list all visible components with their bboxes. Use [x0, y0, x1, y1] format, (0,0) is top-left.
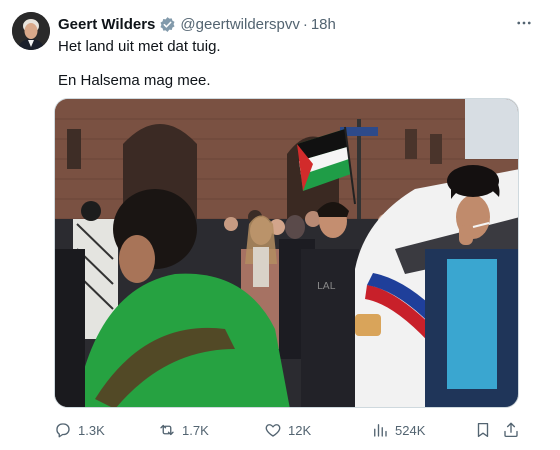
bookmark-icon [477, 422, 489, 438]
svg-text:LAL: LAL [317, 281, 336, 292]
tweet-text-line-1: Het land uit met dat tuig. [58, 38, 221, 55]
repost-count: 1.7K [182, 422, 209, 438]
tweet-header: Geert Wilders @geertwilderspvv · 18h [58, 14, 336, 34]
views-button[interactable]: 524K [371, 418, 425, 442]
share-button[interactable] [502, 418, 520, 442]
action-bar: 1.3K 1.7K 12K 524K [0, 418, 560, 442]
avatar[interactable] [12, 12, 50, 50]
bookmark-button[interactable] [474, 418, 492, 442]
like-count: 12K [288, 422, 312, 438]
display-name[interactable]: Geert Wilders [58, 16, 155, 33]
tweet-card: Geert Wilders @geertwilderspvv · 18h Het… [0, 0, 560, 450]
views-count: 524K [395, 422, 426, 438]
more-icon[interactable] [514, 13, 534, 33]
reply-count: 1.3K [78, 422, 105, 438]
handle[interactable]: @geertwilderspvv [180, 16, 299, 33]
repost-button[interactable]: 1.7K [158, 418, 209, 442]
share-icon [504, 422, 518, 438]
like-icon [265, 424, 281, 437]
repost-icon [160, 424, 174, 436]
tweet-text-line-2: En Halsema mag mee. [58, 72, 211, 89]
verified-badge-icon [159, 16, 176, 33]
views-icon [374, 424, 387, 437]
like-button[interactable]: 12K [264, 418, 311, 442]
tweet-photo[interactable]: LAL [54, 98, 519, 408]
reply-button[interactable]: 1.3K [54, 418, 105, 442]
separator-dot: · [302, 15, 308, 33]
timestamp[interactable]: 18h [311, 16, 336, 33]
reply-icon [56, 423, 70, 438]
